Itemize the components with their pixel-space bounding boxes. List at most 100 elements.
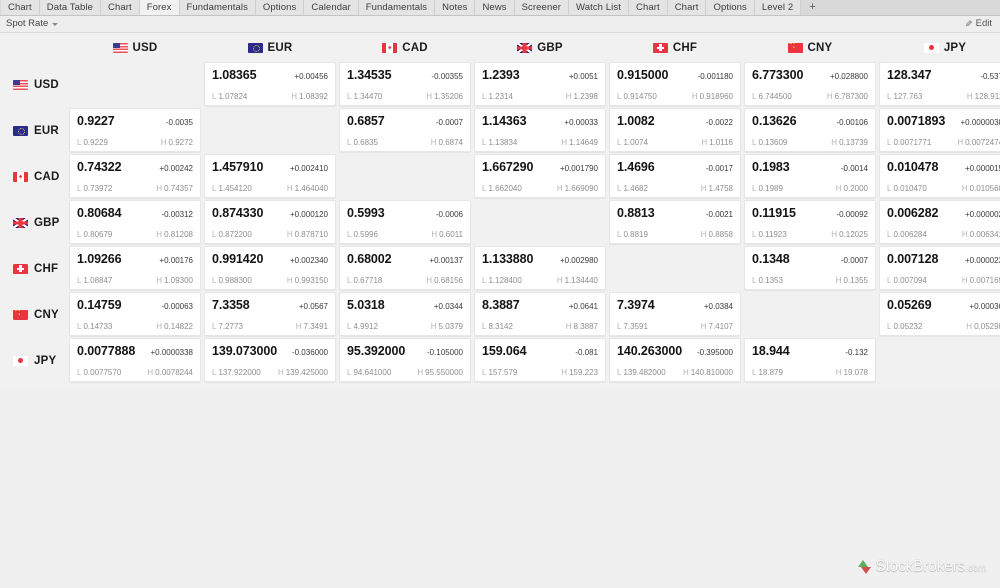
high-value: 1.669090: [564, 184, 598, 193]
rate-cell-eur-cad[interactable]: 0.6857 -0.0007 L 0.6835 H 0.6874: [339, 108, 471, 153]
rate-cell-cny-chf[interactable]: 7.3974 +0.0384 L 7.3591 H 7.4107: [609, 292, 741, 337]
high-tag: H: [835, 184, 842, 193]
high-tag: H: [835, 368, 842, 377]
rate-cell-jpy-eur[interactable]: 139.073000 -0.036000 L 137.922000 H 139.42500…: [204, 338, 336, 383]
low-tag: L: [482, 368, 487, 377]
high-value: 0.6874: [438, 138, 463, 147]
rate-cell-usd-cad[interactable]: 1.34535 -0.00355 L 1.34470 H 1.35206: [339, 62, 471, 107]
row-header-gbp[interactable]: GBP: [3, 200, 66, 245]
rate-cell-gbp-cad[interactable]: 0.5993 -0.0006 L 0.5996 H 0.6011: [339, 200, 471, 245]
row-header-chf[interactable]: CHF: [3, 246, 66, 291]
high-tag: H: [565, 322, 572, 331]
rate-cell-cad-cny[interactable]: 0.1983 -0.0014 L 0.1989 H 0.2000: [744, 154, 876, 199]
table-row: CNY0.14759-0.00063L0.14733H0.148227.3358…: [3, 292, 1000, 337]
add-tab-button[interactable]: +: [801, 0, 824, 15]
column-header-gbp[interactable]: GBP: [474, 34, 606, 61]
tab-watch-list[interactable]: Watch List: [568, 0, 629, 15]
column-header-chf[interactable]: CHF: [609, 34, 741, 61]
rate-cell-cny-eur[interactable]: 7.3358 +0.0567 L 7.2773 H 7.3491: [204, 292, 336, 337]
row-header-usd[interactable]: USD: [3, 62, 66, 107]
low-tag: L: [212, 184, 217, 193]
rate-change: +0.0000038: [960, 118, 1000, 127]
tab-notes[interactable]: Notes: [435, 0, 476, 15]
tab-chart[interactable]: Chart: [667, 0, 707, 15]
tab-data-table[interactable]: Data Table: [39, 0, 101, 15]
rate-cell-usd-chf[interactable]: 0.915000 -0.001180 L 0.914750 H 0.918960: [609, 62, 741, 107]
rate-cell-chf-jpy[interactable]: 0.007128 +0.000023 L 0.007094 H 0.007169: [879, 246, 1000, 291]
rate-cell-jpy-gbp[interactable]: 159.064 -0.081 L 157.579 H 159.223: [474, 338, 606, 383]
low-value: 1.13834: [488, 138, 518, 147]
rate-cell-jpy-usd[interactable]: 0.0077888 +0.0000338 L 0.0077570 H 0.0078244: [69, 338, 201, 383]
low-value: 7.3591: [623, 322, 648, 331]
row-header-cny[interactable]: CNY: [3, 292, 66, 337]
rate-cell-cny-jpy[interactable]: 0.05269 +0.00036 L0.05232 H0.05298: [879, 292, 1000, 337]
high-value: 1.464040: [294, 184, 328, 193]
rate-cell-cad-jpy[interactable]: 0.010478 +0.000015 L 0.010470 H 0.010560: [879, 154, 1000, 199]
rate-cell-jpy-cad[interactable]: 95.392000 -0.105000 L 94.641000 H 95.550000: [339, 338, 471, 383]
tab-level-2[interactable]: Level 2: [754, 0, 802, 15]
high-tag: H: [291, 92, 298, 101]
tab-chart[interactable]: Chart: [1, 0, 40, 15]
tab-forex[interactable]: Forex: [139, 0, 180, 15]
rate-value: 159.064: [482, 344, 527, 358]
rate-cell-jpy-chf[interactable]: 140.263000 -0.395000 L 139.482000 H 140.81000…: [609, 338, 741, 383]
rate-cell-cad-chf[interactable]: 1.4696 -0.0017 L 1.4682 H 1.4758: [609, 154, 741, 199]
tab-calendar[interactable]: Calendar: [304, 0, 359, 15]
rate-cell-cad-gbp[interactable]: 1.667290 +0.001790 L 1.662040 H 1.669090: [474, 154, 606, 199]
rate-cell-chf-usd[interactable]: 1.09266 +0.00176 L 1.08847 H 1.09300: [69, 246, 201, 291]
tab-screener[interactable]: Screener: [514, 0, 569, 15]
row-header-eur[interactable]: EUR: [3, 108, 66, 153]
tab-chart[interactable]: Chart: [628, 0, 668, 15]
rate-cell-gbp-chf[interactable]: 0.8813 -0.0021 L 0.8819 H 0.8858: [609, 200, 741, 245]
tab-chart[interactable]: Chart: [100, 0, 140, 15]
watermark-brand: StockBrokers: [875, 558, 966, 575]
column-header-cad[interactable]: CAD: [339, 34, 471, 61]
rate-cell-eur-cny[interactable]: 0.13626 -0.00106 L 0.13609 H 0.13739: [744, 108, 876, 153]
rate-cell-cny-gbp[interactable]: 8.3887 +0.0641 L 8.3142 H 8.3887: [474, 292, 606, 337]
rate-cell-gbp-eur[interactable]: 0.874330 +0.000120 L 0.872200 H 0.878710: [204, 200, 336, 245]
rate-cell-eur-jpy[interactable]: 0.0071893 +0.0000038 L 0.0071771 H 0.0072474: [879, 108, 1000, 153]
rate-cell-gbp-cny[interactable]: 0.11915 -0.00092 L 0.11923 H 0.12025: [744, 200, 876, 245]
column-header-jpy[interactable]: JPY: [879, 34, 1000, 61]
high-tag: H: [160, 138, 167, 147]
rate-cell-usd-cny[interactable]: 6.773300 +0.028800 L 6.744500 H 6.787300: [744, 62, 876, 107]
corner-cell: [3, 34, 66, 61]
rate-cell-eur-chf[interactable]: 1.0082 -0.0022 L 1.0074 H 1.0116: [609, 108, 741, 153]
edit-button[interactable]: ✎ Edit: [965, 19, 992, 29]
rate-cell-chf-cny[interactable]: 0.1348 -0.0007 L 0.1353 H 0.1355: [744, 246, 876, 291]
rate-cell-eur-gbp[interactable]: 1.14363 +0.00033 L 1.13834 H 1.14649: [474, 108, 606, 153]
column-header-eur[interactable]: EUR: [204, 34, 336, 61]
rate-cell-usd-eur[interactable]: 1.08365 +0.00456 L 1.07824 H 1.08392: [204, 62, 336, 107]
row-header-label: EUR: [34, 124, 59, 137]
rate-cell-chf-gbp[interactable]: 1.133880 +0.002980 L 1.128400 H 1.134440: [474, 246, 606, 291]
tab-news[interactable]: News: [475, 0, 515, 15]
spot-rate-dropdown[interactable]: Spot Rate: [6, 18, 59, 30]
tab-fundamentals[interactable]: Fundamentals: [179, 0, 256, 15]
rate-cell-usd-jpy[interactable]: 128.347 -0.537 L127.763 H128.911: [879, 62, 1000, 107]
column-header-usd[interactable]: USD: [69, 34, 201, 61]
row-header-cad[interactable]: CAD: [3, 154, 66, 199]
low-value: 0.010470: [893, 184, 927, 193]
spot-rate-label: Spot Rate: [6, 18, 49, 30]
rate-cell-eur-usd[interactable]: 0.9227 -0.0035 L 0.9229 H 0.9272: [69, 108, 201, 153]
row-header-jpy[interactable]: JPY: [3, 338, 66, 383]
column-header-cny[interactable]: CNY: [744, 34, 876, 61]
tab-fundamentals[interactable]: Fundamentals: [358, 0, 436, 15]
rate-cell-jpy-cny[interactable]: 18.944 -0.132 L 18.879 H 19.078: [744, 338, 876, 383]
low-tag: L: [212, 368, 217, 377]
tab-options[interactable]: Options: [255, 0, 305, 15]
rate-cell-gbp-jpy[interactable]: 0.006282 +0.000002 L 0.006284 H 0.006341: [879, 200, 1000, 245]
low-value: 0.0077570: [83, 368, 122, 377]
rate-value: 0.0077888: [77, 344, 136, 358]
high-tag: H: [156, 230, 163, 239]
rate-cell-cad-usd[interactable]: 0.74322 +0.00242 L 0.73972 H 0.74357: [69, 154, 201, 199]
rate-cell-cny-usd[interactable]: 0.14759 -0.00063 L 0.14733 H 0.14822: [69, 292, 201, 337]
rate-cell-chf-eur[interactable]: 0.991420 +0.002340 L 0.988300 H 0.993150: [204, 246, 336, 291]
rate-cell-cad-eur[interactable]: 1.457910 +0.002410 L 1.454120 H 1.464040: [204, 154, 336, 199]
rate-cell-usd-gbp[interactable]: 1.2393 +0.0051 L 1.2314 H 1.2398: [474, 62, 606, 107]
rate-cell-chf-cad[interactable]: 0.68002 +0.00137 L 0.67718 H 0.68156: [339, 246, 471, 291]
rate-value: 0.74322: [77, 160, 122, 174]
rate-cell-gbp-usd[interactable]: 0.80684 -0.00312 L 0.80679 H 0.81208: [69, 200, 201, 245]
tab-options[interactable]: Options: [706, 0, 755, 15]
rate-cell-cny-cad[interactable]: 5.0318 +0.0344 L 4.9912 H 5.0379: [339, 292, 471, 337]
